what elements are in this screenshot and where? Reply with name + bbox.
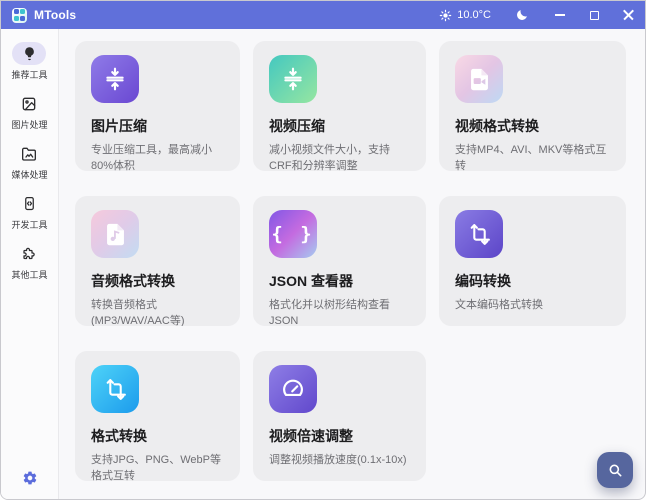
main-content: 图片压缩 专业压缩工具，最高减小80%体积 视频压缩 减小视频文件大小，支持CR… <box>59 29 645 499</box>
minimize-icon <box>555 14 565 16</box>
tool-card-video-format-convert[interactable]: 视频格式转换 支持MP4、AVI、MKV等格式互转 <box>439 41 626 171</box>
transform-icon <box>91 365 139 413</box>
dev-tools-icon <box>12 192 46 215</box>
app-window: MTools 10.0°C <box>0 0 646 500</box>
tool-grid: 图片压缩 专业压缩工具，最高减小80%体积 视频压缩 减小视频文件大小，支持CR… <box>75 41 627 481</box>
audio-file-icon <box>91 210 139 258</box>
tool-card-subtitle: 格式化并以树形结构查看 JSON <box>269 298 410 326</box>
tool-card-encoding-convert[interactable]: 编码转换 文本编码格式转换 <box>439 196 626 326</box>
tool-card-subtitle: 支持MP4、AVI、MKV等格式互转 <box>455 143 610 171</box>
tool-card-subtitle: 转换音频格式(MP3/WAV/AAC等) <box>91 298 224 326</box>
tool-card-title: 视频格式转换 <box>455 116 610 136</box>
sun-icon <box>439 9 452 22</box>
tool-card-subtitle: 专业压缩工具，最高减小80%体积 <box>91 143 224 171</box>
tool-card-subtitle: 支持JPG、PNG、WebP等格式互转 <box>91 453 224 481</box>
sidebar: 推荐工具 图片处理 媒体处理 开发工具 <box>1 29 59 499</box>
braces-icon: { } <box>269 210 317 258</box>
image-icon <box>12 92 46 115</box>
tool-card-subtitle: 文本编码格式转换 <box>455 298 610 314</box>
tool-card-title: 视频压缩 <box>269 116 410 136</box>
sidebar-item-label: 其他工具 <box>11 268 47 281</box>
moon-icon <box>515 8 529 22</box>
titlebar-right: 10.0°C <box>439 1 645 29</box>
tool-card-subtitle: 调整视频播放速度(0.1x-10x) <box>269 453 410 469</box>
tool-card-audio-format-convert[interactable]: 音频格式转换 转换音频格式(MP3/WAV/AAC等) <box>75 196 240 326</box>
tool-card-title: 视频倍速调整 <box>269 426 410 446</box>
video-file-icon <box>455 55 503 103</box>
search-icon <box>607 462 623 478</box>
temperature-value: 10.0°C <box>457 9 491 21</box>
sidebar-item-label: 媒体处理 <box>11 168 47 181</box>
puzzle-icon <box>12 242 46 265</box>
braces-glyph: { } <box>271 223 314 245</box>
compress-icon <box>269 55 317 103</box>
sidebar-item-image-processing[interactable]: 图片处理 <box>11 92 47 131</box>
settings-button[interactable] <box>22 470 38 486</box>
sidebar-item-media-processing[interactable]: 媒体处理 <box>11 142 47 181</box>
sidebar-item-label: 开发工具 <box>11 218 47 231</box>
search-fab[interactable] <box>597 452 633 488</box>
gear-icon <box>22 470 38 486</box>
tool-card-subtitle: 减小视频文件大小，支持CRF和分辨率调整 <box>269 143 410 171</box>
app-logo-icon <box>12 8 27 23</box>
titlebar: MTools 10.0°C <box>1 1 645 29</box>
maximize-icon <box>590 11 599 20</box>
tool-card-video-compress[interactable]: 视频压缩 减小视频文件大小，支持CRF和分辨率调整 <box>253 41 426 171</box>
weather-widget[interactable]: 10.0°C <box>439 9 491 22</box>
tool-card-title: 音频格式转换 <box>91 271 224 291</box>
close-button[interactable] <box>611 1 645 29</box>
sidebar-item-other-tools[interactable]: 其他工具 <box>11 242 47 281</box>
lightbulb-icon <box>12 42 46 65</box>
tool-card-image-compress[interactable]: 图片压缩 专业压缩工具，最高减小80%体积 <box>75 41 240 171</box>
tool-card-title: JSON 查看器 <box>269 271 410 291</box>
tool-card-json-viewer[interactable]: { } JSON 查看器 格式化并以树形结构查看 JSON <box>253 196 426 326</box>
sidebar-item-label: 图片处理 <box>11 118 47 131</box>
transform-icon <box>455 210 503 258</box>
compress-icon <box>91 55 139 103</box>
sidebar-item-dev-tools[interactable]: 开发工具 <box>11 192 47 231</box>
sidebar-item-label: 推荐工具 <box>11 68 47 81</box>
tool-card-title: 编码转换 <box>455 271 610 291</box>
media-folder-icon <box>12 142 46 165</box>
app-title: MTools <box>34 8 76 22</box>
tool-card-title: 格式转换 <box>91 426 224 446</box>
theme-toggle-button[interactable] <box>507 1 537 29</box>
maximize-button[interactable] <box>577 1 611 29</box>
close-icon <box>623 10 634 21</box>
speedometer-icon <box>269 365 317 413</box>
tool-card-video-speed[interactable]: 视频倍速调整 调整视频播放速度(0.1x-10x) <box>253 351 426 481</box>
sidebar-item-recommended-tools[interactable]: 推荐工具 <box>11 42 47 81</box>
tool-card-format-convert[interactable]: 格式转换 支持JPG、PNG、WebP等格式互转 <box>75 351 240 481</box>
minimize-button[interactable] <box>543 1 577 29</box>
tool-card-title: 图片压缩 <box>91 116 224 136</box>
